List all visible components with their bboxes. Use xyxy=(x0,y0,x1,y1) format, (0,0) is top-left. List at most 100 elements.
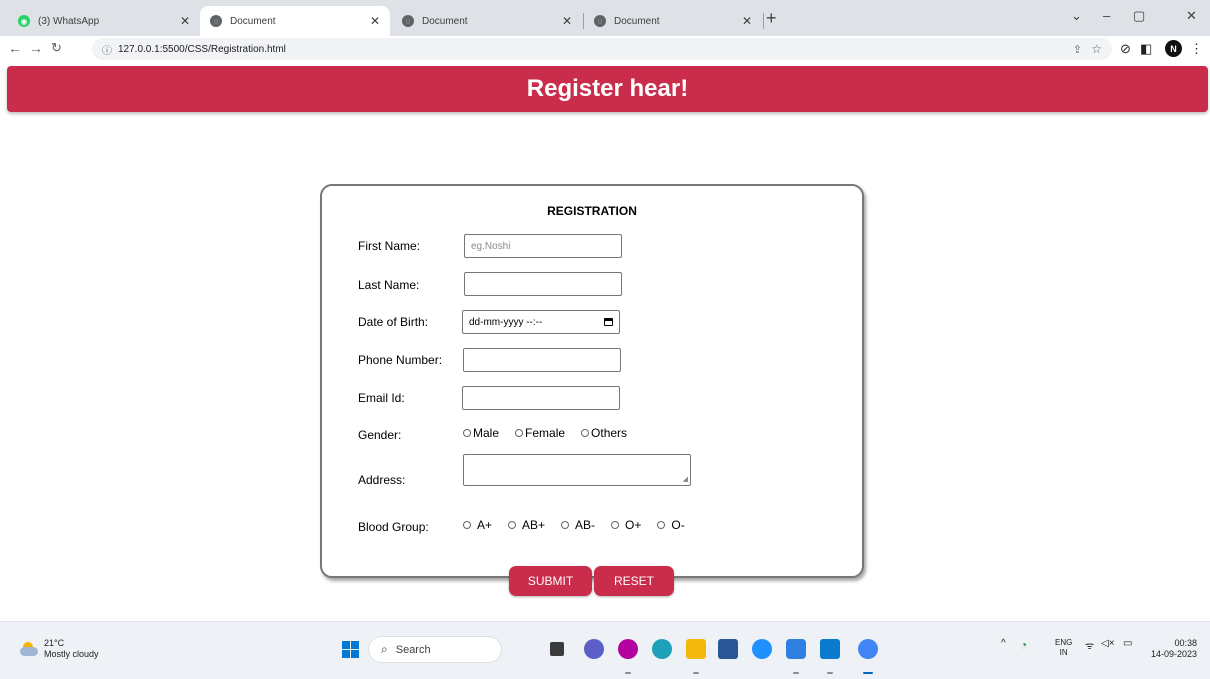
side-panel-icon[interactable]: ◧ xyxy=(1140,41,1152,57)
phone-label: Phone Number: xyxy=(358,353,443,367)
task-view-icon[interactable] xyxy=(550,642,564,656)
address-textarea[interactable]: ◢ xyxy=(463,454,691,486)
taskbar-search[interactable]: ⌕ Search xyxy=(368,636,502,663)
globe-icon: ◌ xyxy=(210,15,222,27)
blood-option-ab-neg[interactable]: AB- xyxy=(561,518,595,532)
menu-icon[interactable]: ⋮ xyxy=(1190,41,1203,57)
gender-option-male[interactable]: Male xyxy=(463,426,499,440)
radio-button[interactable] xyxy=(611,521,620,529)
close-icon[interactable]: ✕ xyxy=(180,14,190,28)
radio-button[interactable] xyxy=(561,521,570,529)
radio-label: A+ xyxy=(477,518,493,532)
back-icon[interactable]: ← xyxy=(8,40,22,56)
weather-temperature: 21°C xyxy=(44,638,65,648)
email-input[interactable] xyxy=(462,386,620,410)
tab-whatsapp[interactable]: ◉ (3) WhatsApp ✕ xyxy=(8,6,200,36)
new-tab-button[interactable]: + xyxy=(766,8,777,29)
close-icon[interactable]: ✕ xyxy=(742,14,752,28)
running-indicator xyxy=(827,672,833,674)
whatsapp-icon: ◉ xyxy=(18,15,30,27)
phone-input[interactable] xyxy=(463,348,621,372)
address-bar[interactable]: ⓘ 127.0.0.1:5500/CSS/Registration.html ⇪… xyxy=(92,38,1112,60)
app-icon-chat[interactable] xyxy=(786,639,806,659)
app-tray-icon[interactable]: ◔ xyxy=(1020,638,1027,652)
chrome-icon[interactable] xyxy=(858,639,878,659)
wifi-icon[interactable]: ᯤ xyxy=(1085,638,1094,652)
gender-option-female[interactable]: Female xyxy=(515,426,565,440)
running-indicator xyxy=(793,672,799,674)
gender-option-others[interactable]: Others xyxy=(581,426,627,440)
search-label: Search xyxy=(395,643,431,656)
restore-icon[interactable]: ▢ xyxy=(1133,8,1145,24)
extensions-icon[interactable]: ⊘ xyxy=(1120,41,1131,57)
reset-button[interactable]: RESET xyxy=(594,566,674,596)
bookmark-star-icon[interactable]: ☆ xyxy=(1091,42,1102,56)
app-icon-purple[interactable] xyxy=(618,639,638,659)
tab-search-icon[interactable]: ⌄ xyxy=(1071,8,1082,24)
file-explorer-icon[interactable] xyxy=(686,639,706,659)
tab-strip: ◉ (3) WhatsApp ✕ ◌ Document ✕ ◌ Document… xyxy=(0,0,1210,36)
minimize-icon[interactable]: – xyxy=(1103,8,1110,23)
profile-avatar[interactable]: N xyxy=(1165,40,1182,57)
submit-button[interactable]: SUBMIT xyxy=(509,566,592,596)
radio-button[interactable] xyxy=(515,429,524,437)
app-icon-blue[interactable] xyxy=(752,639,772,659)
tab-document-active[interactable]: ◌ Document ✕ xyxy=(200,6,390,36)
dob-input[interactable]: dd-mm-yyyy --:-- xyxy=(462,310,620,334)
radio-label: AB+ xyxy=(522,518,546,532)
radio-button[interactable] xyxy=(657,521,666,529)
microsoft-store-icon[interactable] xyxy=(718,639,738,659)
first-name-label: First Name: xyxy=(358,239,421,253)
page-title: Register hear! xyxy=(526,75,689,102)
tab-title: (3) WhatsApp xyxy=(38,15,100,27)
edge-browser-icon[interactable] xyxy=(652,639,672,659)
battery-icon[interactable]: ▭ xyxy=(1123,638,1132,649)
weather-description: Mostly cloudy xyxy=(44,649,99,659)
tab-title: Document xyxy=(614,15,660,27)
radio-button[interactable] xyxy=(463,429,471,437)
window-close-icon[interactable]: ✕ xyxy=(1186,8,1197,24)
weather-widget[interactable]: 21°C Mostly cloudy xyxy=(20,638,99,660)
first-name-input[interactable]: eg.Noshi xyxy=(464,234,622,258)
tab-document-2[interactable]: ◌ Document ✕ xyxy=(392,6,582,36)
last-name-input[interactable] xyxy=(464,272,622,296)
last-name-label: Last Name: xyxy=(358,278,420,292)
show-hidden-icons-chevron-icon[interactable]: ^ xyxy=(1001,638,1006,649)
globe-icon: ◌ xyxy=(594,15,606,27)
search-icon: ⌕ xyxy=(381,642,388,656)
vscode-icon[interactable] xyxy=(820,639,840,659)
form-title: REGISTRATION xyxy=(547,204,637,218)
gender-label: Gender: xyxy=(358,428,402,442)
reload-icon[interactable]: ↻ xyxy=(51,40,62,56)
email-label: Email Id: xyxy=(358,391,405,405)
radio-button[interactable] xyxy=(581,429,590,437)
language-indicator[interactable]: ENG IN xyxy=(1055,638,1072,658)
blood-option-a-pos[interactable]: A+ xyxy=(463,518,492,532)
radio-button[interactable] xyxy=(508,521,517,529)
share-icon[interactable]: ⇪ xyxy=(1073,43,1082,56)
dob-value: dd-mm-yyyy --:-- xyxy=(469,316,543,328)
site-info-icon[interactable]: ⓘ xyxy=(102,42,112,57)
radio-label: Female xyxy=(525,426,566,440)
volume-muted-icon[interactable]: ◁× xyxy=(1101,638,1115,649)
close-icon[interactable]: ✕ xyxy=(370,14,380,28)
close-icon[interactable]: ✕ xyxy=(562,14,572,28)
radio-button[interactable] xyxy=(463,521,471,529)
clock[interactable]: 00:38 14-09-2023 xyxy=(1149,638,1197,660)
blood-option-o-neg[interactable]: O- xyxy=(657,518,685,532)
resize-handle-icon[interactable]: ◢ xyxy=(683,476,688,483)
page-header: Register hear! xyxy=(7,66,1208,112)
blood-option-ab-pos[interactable]: AB+ xyxy=(508,518,545,532)
calendar-icon[interactable] xyxy=(604,318,613,326)
teams-chat-icon[interactable] xyxy=(584,639,604,659)
radio-label: AB- xyxy=(575,518,596,532)
clock-date: 14-09-2023 xyxy=(1150,649,1197,659)
blood-option-o-pos[interactable]: O+ xyxy=(611,518,641,532)
windows-start-icon[interactable] xyxy=(342,641,359,658)
first-name-placeholder: eg.Noshi xyxy=(471,240,511,252)
forward-icon[interactable]: → xyxy=(29,40,43,56)
tab-document-3[interactable]: ◌ Document ✕ xyxy=(584,6,762,36)
partly-cloudy-icon xyxy=(20,642,38,656)
address-label: Address: xyxy=(358,473,406,487)
radio-label: O- xyxy=(671,518,685,532)
